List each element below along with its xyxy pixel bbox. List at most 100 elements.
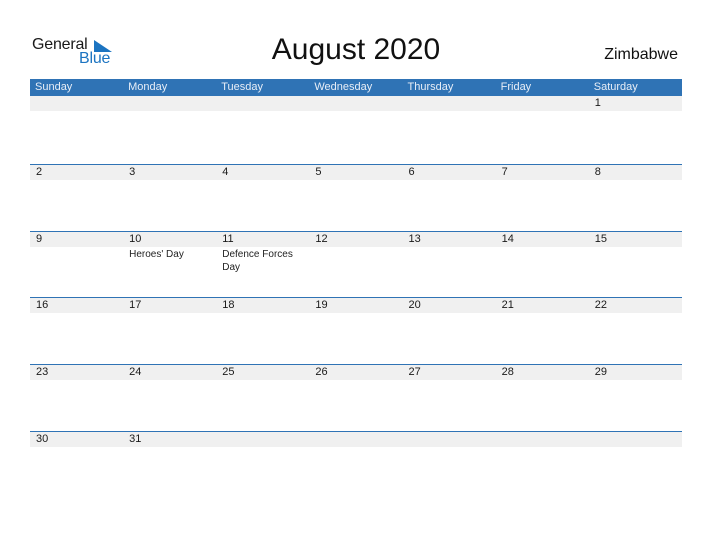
day-number: 5 xyxy=(315,165,322,178)
weekday-monday: Monday xyxy=(128,81,168,93)
day-number: 3 xyxy=(129,165,136,178)
holiday-label: Heroes' Day xyxy=(129,248,184,260)
day-number xyxy=(315,96,402,111)
day-cell xyxy=(216,432,309,447)
day-cell: 27 xyxy=(403,365,496,380)
day-number: 29 xyxy=(594,366,607,379)
week-row: 23 24 25 26 27 28 29 xyxy=(30,364,682,431)
day-cell: 31 xyxy=(123,432,216,447)
day-number: 27 xyxy=(408,366,421,379)
day-cell xyxy=(496,96,589,111)
day-cell xyxy=(496,432,589,447)
day-number: 16 xyxy=(36,299,49,312)
day-number: 23 xyxy=(36,366,49,379)
day-number: 17 xyxy=(129,299,142,312)
day-cell: 4 xyxy=(216,165,309,180)
day-number: 4 xyxy=(222,165,229,178)
week-cells: 1 xyxy=(30,96,682,111)
day-cell: 30 xyxy=(30,432,123,447)
day-number: 9 xyxy=(36,232,43,245)
day-number: 1 xyxy=(594,97,601,109)
week-cells: 2 3 4 5 6 7 8 xyxy=(30,165,682,180)
day-cell: 10 Heroes' Day xyxy=(123,232,216,274)
day-number: 8 xyxy=(594,165,601,178)
week-row: 2 3 4 5 6 7 8 xyxy=(30,163,682,231)
calendar-grid: Sunday Monday Tuesday Wednesday Thursday… xyxy=(30,79,682,498)
day-cell: 7 xyxy=(496,165,589,180)
day-cell: 19 xyxy=(309,298,402,313)
weekday-thursday: Thursday xyxy=(407,81,454,93)
day-number: 13 xyxy=(408,232,421,245)
day-cell: 9 xyxy=(30,232,123,274)
day-number: 22 xyxy=(594,299,607,312)
week-cells: 23 24 25 26 27 28 29 xyxy=(30,365,682,380)
weekday-tuesday: Tuesday xyxy=(221,81,264,93)
day-number xyxy=(502,432,589,447)
day-number: 28 xyxy=(501,366,514,379)
day-number: 30 xyxy=(36,432,49,445)
day-number xyxy=(222,432,309,447)
day-cell: 2 xyxy=(30,165,123,180)
weekday-friday: Friday xyxy=(500,81,532,93)
country-label: Zimbabwe xyxy=(604,46,678,63)
day-number xyxy=(315,432,402,447)
day-cell xyxy=(309,96,402,111)
weekday-saturday: Saturday xyxy=(593,81,638,93)
week-cells: 30 31 xyxy=(30,432,682,447)
day-cell: 24 xyxy=(123,365,216,380)
day-cell: 22 xyxy=(589,298,682,313)
day-number xyxy=(409,96,496,111)
day-cell xyxy=(309,432,402,447)
week-row: 9 10 Heroes' Day 11 Defence Forces Day 12 13 14… xyxy=(30,230,682,298)
day-cell: 13 xyxy=(403,232,496,274)
day-number: 20 xyxy=(408,299,421,312)
day-number: 2 xyxy=(36,165,43,178)
day-number: 6 xyxy=(408,165,415,178)
day-cell xyxy=(589,432,682,447)
day-number: 18 xyxy=(222,299,235,312)
week-cells: 16 17 18 19 20 21 22 xyxy=(30,298,682,313)
day-cell xyxy=(216,96,309,111)
day-cell: 26 xyxy=(309,365,402,380)
day-number: 21 xyxy=(501,299,514,312)
day-cell: 11 Defence Forces Day xyxy=(216,232,309,274)
day-number: 11 xyxy=(222,232,234,245)
day-cell: 25 xyxy=(216,365,309,380)
day-cell: 16 xyxy=(30,298,123,313)
day-cell: 18 xyxy=(216,298,309,313)
weekday-header: Sunday Monday Tuesday Wednesday Thursday… xyxy=(30,79,682,96)
day-cell: 28 xyxy=(496,365,589,380)
day-cell: 29 xyxy=(589,365,682,380)
day-cell: 23 xyxy=(30,365,123,380)
week-row: 30 31 xyxy=(30,430,682,498)
day-cell: 21 xyxy=(496,298,589,313)
day-number: 15 xyxy=(594,232,607,245)
day-number: 24 xyxy=(129,366,142,379)
day-number: 14 xyxy=(501,232,514,245)
day-number: 26 xyxy=(315,366,328,379)
day-number: 10 xyxy=(129,232,142,245)
day-cell: 1 xyxy=(589,96,682,111)
day-cell: 3 xyxy=(123,165,216,180)
day-number: 25 xyxy=(222,366,235,379)
day-number xyxy=(36,96,123,111)
day-cell xyxy=(403,96,496,111)
day-cell: 17 xyxy=(123,298,216,313)
weekday-sunday: Sunday xyxy=(35,81,73,93)
holiday-label: Defence Forces Day xyxy=(222,248,293,273)
day-number: 31 xyxy=(129,432,142,445)
weeks-container: 1 2 3 4 5 6 7 8 9 10 Heroes' Day 11 Defence Forces D… xyxy=(30,96,682,498)
day-number: 19 xyxy=(315,299,328,312)
day-number xyxy=(129,96,216,111)
weekday-wednesday: Wednesday xyxy=(314,81,373,93)
day-cell: 20 xyxy=(403,298,496,313)
day-number: 7 xyxy=(501,165,508,178)
day-cell: 15 xyxy=(589,232,682,274)
week-row: 1 xyxy=(30,96,682,164)
day-number xyxy=(502,96,589,111)
day-number xyxy=(409,432,496,447)
week-cells: 9 10 Heroes' Day 11 Defence Forces Day 12 13 14… xyxy=(30,232,682,274)
day-cell: 12 xyxy=(309,232,402,274)
day-cell: 14 xyxy=(496,232,589,274)
day-cell: 8 xyxy=(589,165,682,180)
